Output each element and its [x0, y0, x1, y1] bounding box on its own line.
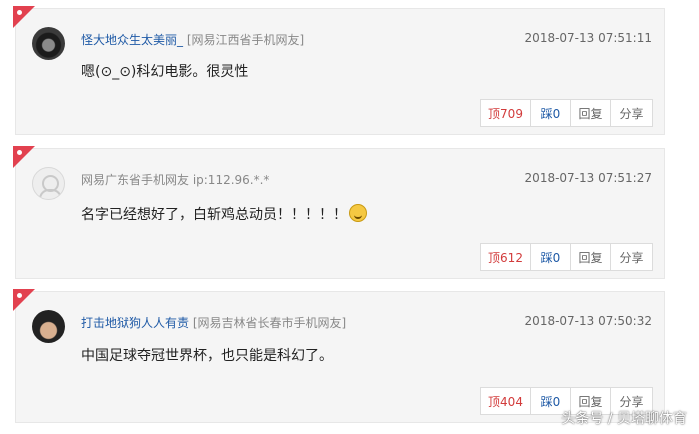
upvote-button[interactable]: 顶709 [481, 100, 530, 126]
hot-flag-icon [13, 146, 35, 168]
user-location: 网易广东省手机网友 ip:112.96.*.* [81, 173, 270, 187]
comment-author: 网易广东省手机网友 ip:112.96.*.* [81, 171, 269, 188]
default-avatar-icon[interactable] [32, 167, 65, 200]
reply-button[interactable]: 回复 [570, 100, 610, 126]
reply-button[interactable]: 回复 [570, 244, 610, 270]
comment-author: 怪大地众生太美丽_ [网易江西省手机网友] [81, 31, 304, 48]
username-link[interactable]: 打击地狱狗人人有责 [81, 316, 189, 330]
watermark: 头条号 / 贝塔聊体育 [561, 411, 687, 427]
comment-text: 名字已经想好了，白斩鸡总动员！！！！！ [81, 207, 347, 223]
dizzy-face-emoji-icon [349, 204, 367, 222]
share-button[interactable]: 分享 [610, 244, 652, 270]
upvote-button[interactable]: 顶404 [481, 388, 530, 414]
downvote-button[interactable]: 踩0 [530, 244, 570, 270]
comment-text-row: 名字已经想好了，白斩鸡总动员！！！！！ [81, 204, 367, 224]
upvote-button[interactable]: 顶612 [481, 244, 530, 270]
comment-actions: 顶612 踩0 回复 分享 [480, 243, 653, 271]
downvote-button[interactable]: 踩0 [530, 100, 570, 126]
comment-card: 怪大地众生太美丽_ [网易江西省手机网友] 2018-07-13 07:51:1… [13, 6, 665, 135]
user-location: [网易吉林省长春市手机网友] [192, 316, 347, 330]
comment-card: 网易广东省手机网友 ip:112.96.*.* 2018-07-13 07:51… [13, 146, 665, 279]
comment-text: 中国足球夺冠世界杯，也只能是科幻了。 [81, 348, 333, 364]
comment-actions: 顶709 踩0 回复 分享 [480, 99, 653, 127]
comment-time: 2018-07-13 07:51:27 [524, 171, 652, 185]
comment-card: 打击地狱狗人人有责 [网易吉林省长春市手机网友] 2018-07-13 07:5… [13, 289, 665, 423]
comment-time: 2018-07-13 07:51:11 [524, 31, 652, 45]
username-link[interactable]: 怪大地众生太美丽_ [81, 33, 183, 47]
comment-author: 打击地狱狗人人有责 [网易吉林省长春市手机网友] [81, 314, 346, 331]
avatar[interactable] [32, 27, 65, 60]
hot-flag-icon [13, 289, 35, 311]
user-location: [网易江西省手机网友] [186, 33, 305, 47]
comment-text: 嗯(⊙_⊙)科幻电影。很灵性 [81, 64, 249, 80]
avatar[interactable] [32, 310, 65, 343]
comment-time: 2018-07-13 07:50:32 [524, 314, 652, 328]
hot-flag-icon [13, 6, 35, 28]
share-button[interactable]: 分享 [610, 100, 652, 126]
